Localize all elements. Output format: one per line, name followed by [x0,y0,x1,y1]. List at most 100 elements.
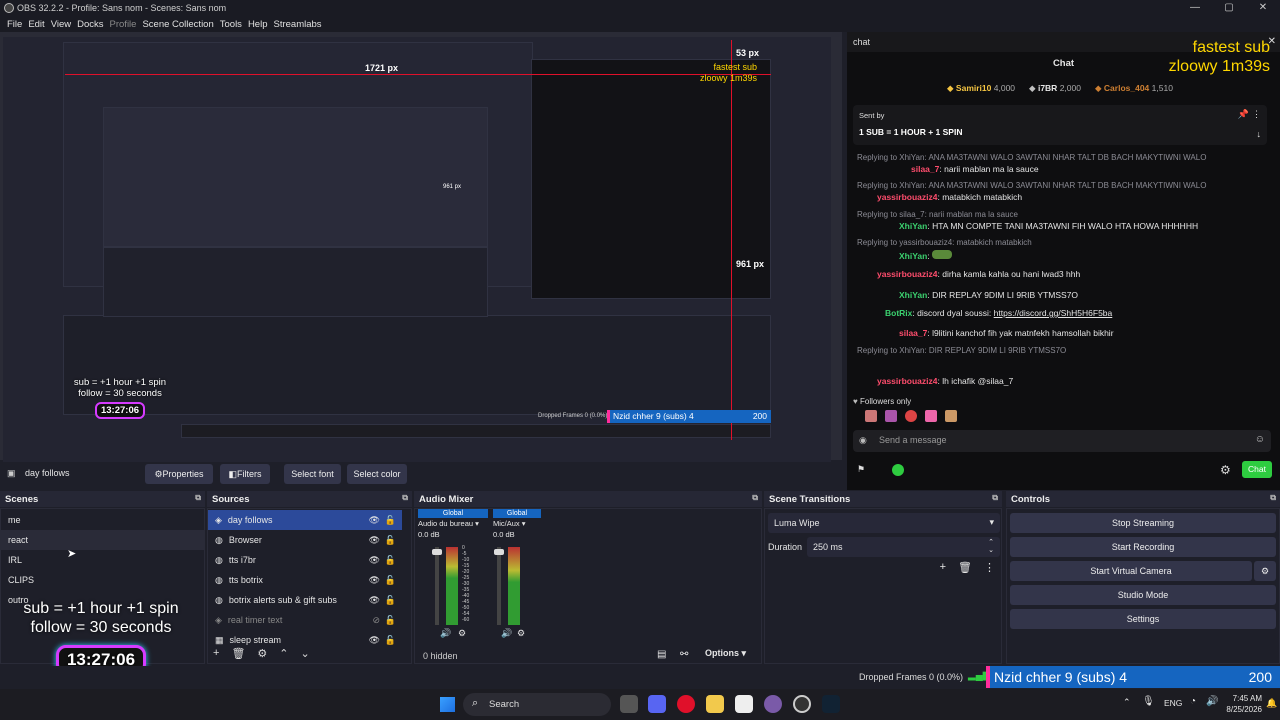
dock-float-icon[interactable]: ⧉ [752,493,758,503]
lock-icon[interactable]: 🔓 [385,555,396,566]
volume-icon[interactable]: 🔊 [1206,696,1218,707]
lock-icon[interactable]: 🔓 [385,595,396,606]
menu-profile[interactable]: Profile [110,19,137,30]
emote-icon[interactable] [905,410,917,422]
more-icon[interactable]: ⋮ [984,561,995,574]
volume-slider[interactable] [494,547,504,625]
channel-name[interactable]: Mic/Aux ▾ [493,519,541,528]
lock-icon[interactable]: 🔓 [385,635,396,646]
scene-item[interactable]: me [1,510,204,530]
terminal-icon[interactable] [822,695,840,713]
volume-slider[interactable] [432,547,442,625]
start-virtual-camera-button[interactable]: Start Virtual Camera [1010,561,1252,581]
chat-send-button[interactable]: Chat [1242,461,1272,478]
menu-view[interactable]: View [51,19,71,30]
lock-icon[interactable]: 🔓 [385,575,396,586]
windows-start-icon[interactable] [440,697,455,712]
transition-select[interactable]: Luma Wipe ▾ [768,513,1000,533]
chat-user[interactable]: silaa_7 [899,328,927,338]
tray-chevron-icon[interactable]: ⌃ [1123,697,1131,708]
emote-icon[interactable] [945,410,957,422]
chat-user[interactable]: XhiYan [899,221,927,231]
trash-icon[interactable]: 🗑 [231,647,245,660]
lock-icon[interactable]: 🔓 [385,515,396,526]
mixer-link-icon[interactable]: ⚯ [680,649,688,660]
clock[interactable]: 7:45 AM 8/25/2026 [1222,693,1262,715]
chat-user[interactable]: yassirbouaziz4 [877,192,937,202]
emote-icon[interactable] [925,410,937,422]
channel-name[interactable]: Audio du bureau ▾ [418,519,488,528]
menu-docks[interactable]: Docks [77,19,103,30]
channel-settings-icon[interactable]: ⚙ [517,628,525,639]
start-recording-button[interactable]: Start Recording [1010,537,1276,557]
spin-up-icon[interactable]: ⌃ [988,538,994,546]
opera-icon[interactable] [677,695,695,713]
notification-icon[interactable]: 🔔 [1266,698,1277,709]
dock-float-icon[interactable]: ⧉ [1270,493,1276,503]
expand-icon[interactable]: ↓ [1257,129,1262,139]
scene-item[interactable]: IRL [1,550,204,570]
pinned-message[interactable]: Sent by 📌 ⋮ 1 SUB = 1 HOUR + 1 SPIN ↓ [853,105,1267,145]
menu-streamlabs[interactable]: Streamlabs [273,19,321,30]
lock-icon[interactable]: 🔓 [385,615,396,626]
source-item[interactable]: ◈ day follows 👁 🔓 [208,510,402,530]
eye-icon[interactable]: 👁 [369,515,380,526]
studio-mode-button[interactable]: Studio Mode [1010,585,1276,605]
emote-icon[interactable] [865,410,877,422]
preview-canvas[interactable]: 1721 px 53 px 961 px 961 px fastest sub … [3,37,831,473]
points-icon[interactable]: ⚑ [857,464,865,475]
menu-tools[interactable]: Tools [220,19,242,30]
close-button[interactable]: ✕ [1246,0,1280,16]
taskbar-search[interactable]: ⌕ Search [463,693,611,716]
menu-edit[interactable]: Edit [28,19,44,30]
chat-user[interactable]: BotRix [885,308,912,318]
preview-area[interactable]: 1721 px 53 px 961 px 961 px fastest sub … [0,32,842,473]
source-item[interactable]: ◍ tts i7br 👁 🔓 [208,550,402,570]
capcut-icon[interactable] [735,695,753,713]
source-item[interactable]: ◍ Browser 👁 🔓 [208,530,402,550]
volume-slider-handle[interactable] [494,549,504,555]
menu-help[interactable]: Help [248,19,268,30]
source-item[interactable]: ◍ botrix alerts sub & gift subs 👁 🔓 [208,590,402,610]
chat-user[interactable]: XhiYan [899,290,927,300]
task-view-icon[interactable] [620,695,638,713]
chat-user[interactable]: silaa_7 [911,164,939,174]
filters-button[interactable]: ◧ Filters [220,464,270,484]
eye-icon[interactable]: 👁 [369,595,380,606]
menu-scene-collection[interactable]: Scene Collection [142,19,213,30]
properties-button[interactable]: ⚙ Properties [145,464,213,484]
arrow-down-icon[interactable]: ⌄ [301,647,310,660]
mic-icon[interactable]: 🎙 [1142,696,1155,707]
virtual-camera-settings-button[interactable]: ⚙ [1254,561,1276,581]
more-icon[interactable]: ⋮ [1252,109,1261,120]
settings-button[interactable]: Settings [1010,609,1276,629]
menu-file[interactable]: File [7,19,22,30]
add-icon[interactable]: + [213,647,219,660]
app-icon[interactable] [764,695,782,713]
chat-input[interactable]: ◉ Send a message ☺ [853,430,1271,452]
chat-input-mod-icon[interactable]: ◉ [859,435,867,446]
mute-icon[interactable]: 🔊 [501,628,512,639]
volume-slider-handle[interactable] [432,549,442,555]
scene-item[interactable]: react [1,530,204,550]
eye-hidden-icon[interactable]: ⊘ [372,615,380,626]
obs-icon[interactable] [793,695,811,713]
language-indicator[interactable]: ENG [1164,698,1182,708]
discord-link[interactable]: https://discord.gg/ShH5H6F5ba [994,308,1113,318]
lock-icon[interactable]: 🔓 [385,535,396,546]
settings-icon[interactable]: ⚙ [1220,463,1231,477]
channel-settings-icon[interactable]: ⚙ [458,628,466,639]
eye-icon[interactable]: 👁 [369,555,380,566]
add-icon[interactable]: + [940,561,946,574]
dock-float-icon[interactable]: ⧉ [195,493,201,503]
scene-item[interactable]: CLIPS [1,570,204,590]
file-explorer-icon[interactable] [706,695,724,713]
select-color-button[interactable]: Select color [347,464,407,484]
mixer-options-button[interactable]: Options ▾ [705,648,746,659]
trash-icon[interactable]: 🗑 [958,561,972,574]
maximize-button[interactable]: ▢ [1212,0,1246,16]
pin-icon[interactable]: 📌 [1238,109,1249,120]
eye-icon[interactable]: 👁 [369,575,380,586]
spin-down-icon[interactable]: ⌄ [988,546,994,554]
eye-icon[interactable]: 👁 [369,535,380,546]
